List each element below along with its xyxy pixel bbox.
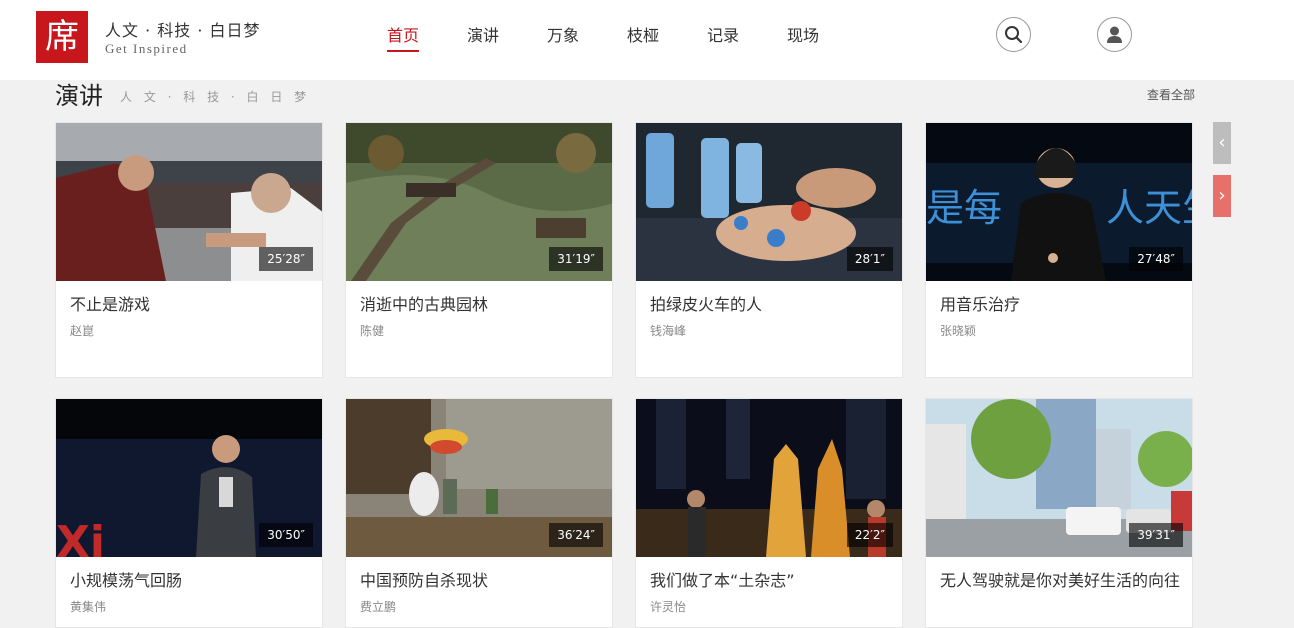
talk-title[interactable]: 拍绿皮火车的人 [650,295,890,314]
user-icon [1107,26,1122,43]
nav-item-vientiane[interactable]: 万象 [547,22,579,50]
talk-card[interactable]: 31′19″ 消逝中的古典园林 陈健 [345,122,613,378]
talk-title[interactable]: 消逝中的古典园林 [360,295,600,314]
talk-thumbnail[interactable]: 是每 人天生 27′48″ [926,123,1193,281]
talk-card[interactable]: 28′1″ 拍绿皮火车的人 钱海峰 [635,122,903,378]
section-subtitle: 人 文 · 科 技 · 白 日 梦 [120,90,311,104]
talk-card[interactable]: 36′24″ 中国预防自杀现状 费立鹏 [345,398,613,628]
talk-author[interactable]: 赵崑 [70,322,94,339]
duration-badge: 27′48″ [1129,247,1183,271]
talk-author[interactable]: 陈健 [360,322,384,339]
search-icon [1005,26,1023,44]
slider-next-button[interactable]: › [1213,175,1231,217]
nav-item-records[interactable]: 记录 [707,22,739,50]
chevron-right-icon: › [1218,185,1226,206]
talk-card[interactable]: Xi 30′50″ 小规模荡气回肠 黄集伟 [55,398,323,628]
nav-item-live[interactable]: 现场 [787,22,819,50]
user-button[interactable] [1097,17,1132,52]
talk-author[interactable]: 钱海峰 [650,322,686,339]
talk-card[interactable]: 是每 人天生 27′48″ 用音乐治疗 张晓颖 [925,122,1193,378]
duration-badge: 31′19″ [549,247,603,271]
duration-badge: 22′2″ [846,523,893,547]
talk-author[interactable]: 费立鹏 [360,598,396,615]
duration-badge: 28′1″ [846,247,893,271]
talk-thumbnail[interactable]: Xi 30′50″ [56,399,322,557]
nav-item-home[interactable]: 首页 [387,22,420,52]
talk-thumbnail[interactable]: 39′31″ [926,399,1192,557]
talk-title[interactable]: 中国预防自杀现状 [360,571,600,590]
talk-title[interactable]: 用音乐治疗 [940,295,1180,314]
nav-item-talks[interactable]: 演讲 [467,22,499,50]
talk-card[interactable]: 25′28″ 不止是游戏 赵崑 [55,122,323,378]
chevron-left-icon: ‹ [1218,132,1226,153]
search-button[interactable] [996,17,1031,52]
duration-badge: 30′50″ [259,523,313,547]
talk-author[interactable]: 张晓颖 [940,322,976,339]
talk-thumbnail[interactable]: 36′24″ [346,399,612,557]
svg-text:人天生: 人天生 [1106,186,1193,230]
duration-badge: 25′28″ [259,247,313,271]
talk-thumbnail[interactable]: 28′1″ [636,123,902,281]
talk-title[interactable]: 小规模荡气回肠 [70,571,310,590]
view-all-link[interactable]: 查看全部 [1147,86,1195,103]
section-title: 演讲 [55,82,103,110]
duration-badge: 39′31″ [1129,523,1183,547]
site-tagline: Get Inspired [105,41,188,56]
svg-text:Xi: Xi [56,517,105,557]
talk-author[interactable]: 黄集伟 [70,598,106,615]
talk-title[interactable]: 不止是游戏 [70,295,310,314]
talk-thumbnail[interactable]: 25′28″ [56,123,322,281]
talk-card[interactable]: 22′2″ 我们做了本“土杂志” 许灵怡 [635,398,903,628]
slider-prev-button[interactable]: ‹ [1213,122,1231,164]
site-header: 席 人文 · 科技 · 白日梦 Get Inspired 首页 演讲 万象 枝桠… [0,0,1294,80]
nav-item-branches[interactable]: 枝桠 [627,22,659,50]
talk-thumbnail[interactable]: 22′2″ [636,399,902,557]
site-logo[interactable]: 席 [36,11,88,63]
duration-badge: 36′24″ [549,523,603,547]
talk-title[interactable]: 我们做了本“土杂志” [650,571,890,590]
talk-author[interactable]: 许灵怡 [650,598,686,615]
site-slogan: 人文 · 科技 · 白日梦 [105,21,261,40]
svg-text:是每: 是每 [926,186,1002,230]
talk-thumbnail[interactable]: 31′19″ [346,123,612,281]
talk-card[interactable]: 39′31″ 无人驾驶就是你对美好生活的向往 [925,398,1193,628]
talk-title[interactable]: 无人驾驶就是你对美好生活的向往 [940,571,1180,590]
